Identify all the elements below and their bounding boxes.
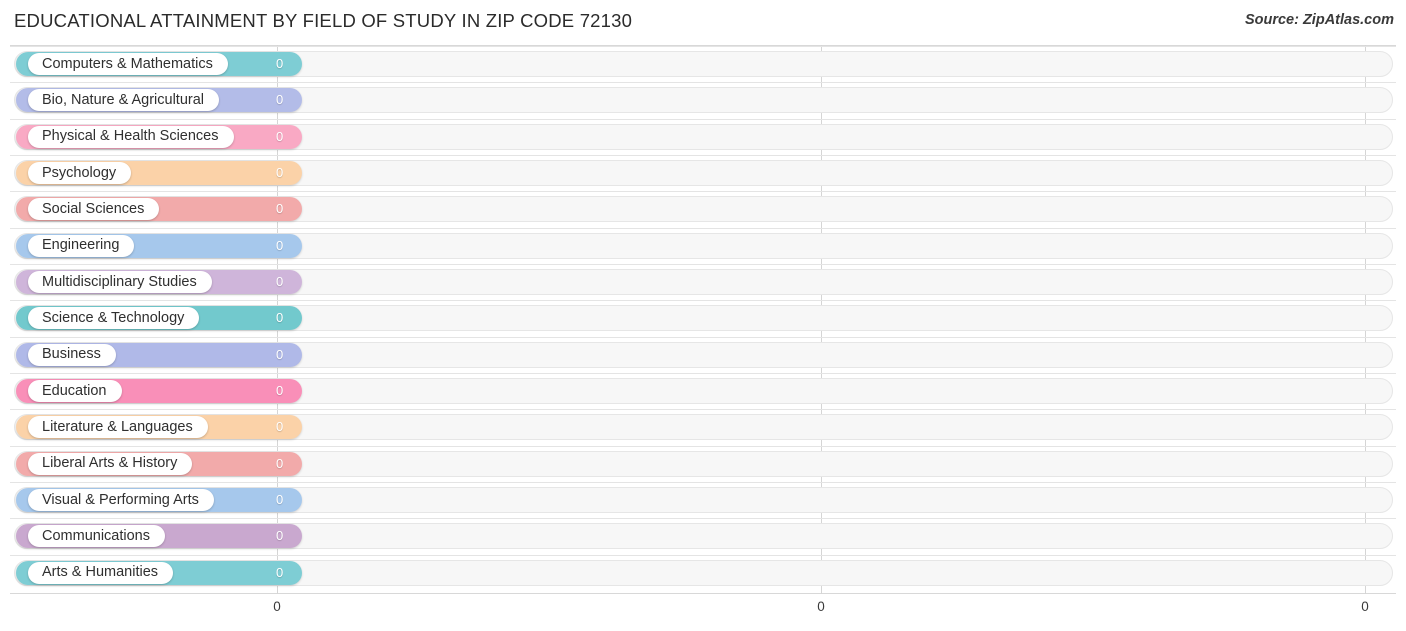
chart-plot-area: 0 Computers & Mathematics 0 Bio, Nature & A… [0, 45, 1406, 595]
category-label: Bio, Nature & Agricultural [42, 92, 204, 109]
table-row[interactable]: 0 Social Sciences [0, 191, 1406, 227]
category-label: Physical & Health Sciences [42, 128, 219, 145]
category-label-pill[interactable]: Communications [28, 525, 165, 548]
category-label: Arts & Humanities [42, 564, 159, 581]
table-row[interactable]: 0 Communications [0, 518, 1406, 554]
bar-value-label: 0 [276, 564, 284, 580]
category-label-pill[interactable]: Multidisciplinary Studies [28, 270, 212, 293]
category-label: Science & Technology [42, 310, 185, 327]
category-label: Visual & Performing Arts [42, 491, 199, 508]
x-axis-tick-label: 0 [273, 599, 281, 614]
row-separator [10, 191, 1396, 193]
category-label-pill[interactable]: Computers & Mathematics [28, 53, 228, 75]
category-label: Education [42, 382, 107, 399]
row-separator [10, 154, 1396, 156]
chart-header: EDUCATIONAL ATTAINMENT BY FIELD OF STUDY… [0, 0, 1406, 45]
row-separator [10, 46, 1396, 47]
category-label: Liberal Arts & History [42, 455, 178, 472]
category-label-pill[interactable]: Physical & Health Sciences [28, 125, 234, 148]
row-separator [10, 300, 1396, 302]
bar-value-label: 0 [276, 491, 284, 507]
row-separator [10, 118, 1396, 120]
table-row[interactable]: 0 Multidisciplinary Studies [0, 263, 1406, 300]
bar-value-label: 0 [276, 382, 284, 398]
bar-value-label: 0 [276, 237, 284, 253]
row-separator [10, 518, 1396, 520]
x-axis: 0 0 0 [0, 595, 1406, 631]
category-label: Literature & Languages [42, 419, 193, 436]
table-row[interactable]: 0 Literature & Languages [0, 409, 1406, 445]
bar-value-label: 0 [276, 273, 284, 289]
category-label: Computers & Mathematics [42, 55, 213, 72]
table-row[interactable]: 0 Business [0, 336, 1406, 373]
row-separator [10, 554, 1396, 556]
category-label: Psychology [42, 164, 117, 181]
row-separator [10, 336, 1396, 338]
x-axis-tick-label: 0 [817, 599, 825, 614]
category-label-pill[interactable]: Education [28, 379, 122, 402]
page-title: EDUCATIONAL ATTAINMENT BY FIELD OF STUDY… [14, 10, 633, 31]
category-label-pill[interactable]: Arts & Humanities [28, 561, 174, 584]
table-row[interactable]: 0 Science & Technology [0, 300, 1406, 336]
bar-value-label: 0 [276, 346, 284, 362]
bar-value-label: 0 [276, 56, 284, 71]
category-label: Engineering [42, 237, 120, 254]
category-label: Communications [42, 528, 150, 545]
category-label-pill[interactable]: Social Sciences [28, 198, 160, 221]
category-label: Business [42, 346, 101, 363]
source-attribution: Source: ZipAtlas.com [1244, 12, 1394, 28]
row-separator [10, 481, 1396, 483]
table-row[interactable]: 0 Physical & Health Sciences [0, 118, 1406, 155]
bar-value-label: 0 [276, 201, 284, 217]
table-row[interactable]: 0 Liberal Arts & History [0, 445, 1406, 482]
table-row[interactable]: 0 Arts & Humanities [0, 554, 1406, 591]
category-label-pill[interactable]: Science & Technology [28, 307, 200, 330]
bar-value-label: 0 [276, 128, 284, 144]
bar-value-label: 0 [276, 92, 284, 108]
bar-value-label: 0 [276, 310, 284, 326]
table-row[interactable]: 0 Visual & Performing Arts [0, 481, 1406, 518]
table-row[interactable]: 0 Computers & Mathematics [0, 46, 1406, 82]
row-separator [10, 409, 1396, 411]
table-row[interactable]: 0 Engineering [0, 227, 1406, 264]
row-separator [10, 82, 1396, 84]
category-label-pill[interactable]: Engineering [28, 234, 135, 257]
table-row[interactable]: 0 Education [0, 372, 1406, 409]
bar-value-label: 0 [276, 164, 284, 180]
category-label-pill[interactable]: Literature & Languages [28, 416, 208, 439]
bar-value-label: 0 [276, 455, 284, 471]
row-separator [10, 445, 1396, 447]
table-row[interactable]: 0 Bio, Nature & Agricultural [0, 82, 1406, 118]
category-label-pill[interactable]: Psychology [28, 161, 132, 184]
category-label-pill[interactable]: Bio, Nature & Agricultural [28, 89, 219, 112]
bar-value-label: 0 [276, 419, 284, 435]
x-axis-tick-label: 0 [1361, 599, 1369, 614]
category-label: Social Sciences [42, 201, 145, 218]
row-separator [10, 372, 1396, 374]
category-label: Multidisciplinary Studies [42, 273, 197, 290]
row-separator [10, 263, 1396, 265]
category-label-pill[interactable]: Visual & Performing Arts [28, 488, 214, 511]
bar-value-label: 0 [276, 528, 284, 544]
category-label-pill[interactable]: Business [28, 343, 116, 366]
category-label-pill[interactable]: Liberal Arts & History [28, 452, 193, 475]
row-separator [10, 227, 1396, 229]
table-row[interactable]: 0 Psychology [0, 154, 1406, 191]
